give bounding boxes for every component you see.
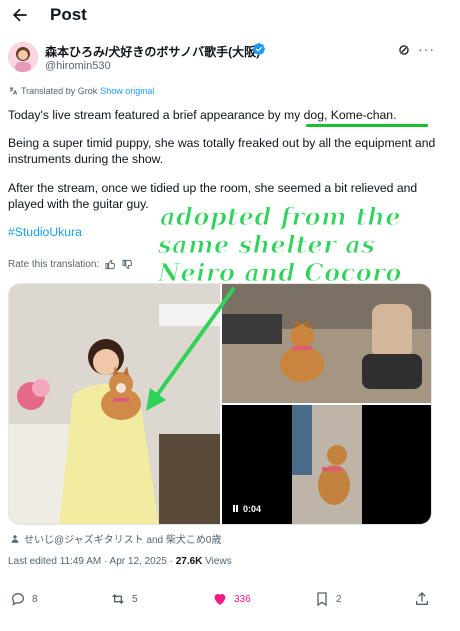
back-arrow-icon[interactable] <box>10 5 30 25</box>
page-title: Post <box>50 5 87 24</box>
person-icon <box>11 534 19 543</box>
share-button[interactable] <box>414 591 430 607</box>
repost-icon <box>112 594 124 604</box>
heart-filled-icon <box>214 594 226 605</box>
show-original-link[interactable]: Show original <box>100 86 154 96</box>
top-bar: Post <box>0 0 460 32</box>
avatar-image-icon <box>8 42 38 72</box>
photo-woman-with-dog[interactable] <box>9 284 220 524</box>
repost-count: 5 <box>132 593 138 605</box>
verified-badge-icon <box>253 43 265 55</box>
translation-notice: Translated by Grok Show original <box>8 86 154 96</box>
views-count: 27.6K <box>175 556 203 567</box>
post-meta: Last edited 11:49 AM · Apr 12, 2025 · 27… <box>8 556 232 567</box>
avatar[interactable] <box>8 42 38 72</box>
photo-illustration-icon <box>222 284 431 403</box>
overlay-caption-line-3: Neiro and Cocoro <box>158 258 402 288</box>
grok-icon[interactable] <box>397 43 411 57</box>
video-time: 0:04 <box>243 504 262 514</box>
bookmark-count: 2 <box>336 593 342 605</box>
author-handle[interactable]: @hiromin530 <box>45 60 111 72</box>
share-icon <box>416 592 428 605</box>
rate-translation-label: Rate this translation: <box>8 259 100 270</box>
media-grid: 0:04 <box>8 283 432 525</box>
video-frame-illustration-icon <box>292 405 362 524</box>
post-paragraph-2: Being a super timid puppy, she was total… <box>8 136 436 166</box>
annotation-underline <box>306 124 428 127</box>
translate-icon <box>9 87 18 95</box>
action-bar: 8 5 336 2 <box>0 591 460 613</box>
reply-icon <box>11 592 25 606</box>
rate-translation: Rate this translation: <box>8 259 133 270</box>
like-button[interactable]: 336 <box>212 591 251 607</box>
reply-button[interactable]: 8 <box>10 591 38 607</box>
photo-dog-in-studio[interactable] <box>222 284 431 403</box>
reply-count: 8 <box>32 593 38 605</box>
tagged-users[interactable]: せいじ@ジャズギタリスト and 柴犬こめ0歳 <box>10 531 221 546</box>
video-timestamp[interactable]: 0:04 <box>228 502 267 516</box>
overlay-caption-line-2: same shelter as <box>157 230 376 260</box>
author-name[interactable]: 森本ひろみ/犬好きのボサノバ歌手(大阪) <box>45 43 260 60</box>
tagged-users-text: せいじ@ジャズギタリスト and 柴犬こめ0歳 <box>24 535 222 546</box>
edited-timestamp[interactable]: Last edited 11:49 AM · Apr 12, 2025 · <box>8 556 173 567</box>
repost-button[interactable]: 5 <box>110 591 138 607</box>
overlay-caption-line-1: adopted from the <box>159 202 402 232</box>
more-options-icon[interactable]: ··· <box>418 41 435 57</box>
translated-by-label: Translated by Grok <box>21 86 98 96</box>
views-label: Views <box>205 556 232 567</box>
post-paragraph-1: Today's live stream featured a brief app… <box>8 108 397 122</box>
photo-illustration-icon <box>9 284 220 524</box>
thumbs-up-icon[interactable] <box>105 259 116 270</box>
bookmark-button[interactable]: 2 <box>314 591 342 607</box>
bookmark-icon <box>317 592 327 607</box>
thumbs-down-icon[interactable] <box>122 259 133 270</box>
video-player[interactable]: 0:04 <box>222 405 431 524</box>
pause-icon[interactable] <box>233 504 239 514</box>
like-count: 336 <box>234 593 251 605</box>
video-frame <box>292 405 362 524</box>
hashtag-link[interactable]: #StudioUkura <box>8 225 82 239</box>
